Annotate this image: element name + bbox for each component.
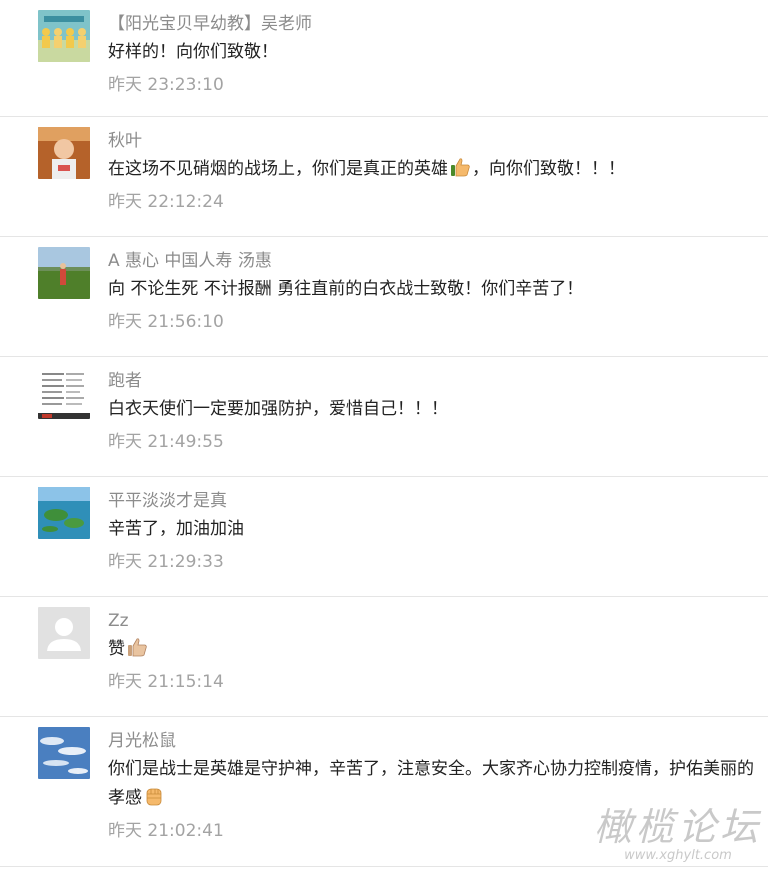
comment-item: 秋叶 在这场不见硝烟的战场上，你们是真正的英雄 ，向你们致敬！！！ 昨天 22:1… xyxy=(0,117,768,237)
group-photo-avatar[interactable] xyxy=(38,10,90,62)
sky-photo-avatar[interactable] xyxy=(38,727,90,779)
comment-author[interactable]: 月光松鼠 xyxy=(108,729,756,753)
comment-author[interactable]: A 惠心 中国人寿 汤惠 xyxy=(108,249,756,273)
document-avatar[interactable] xyxy=(38,367,90,419)
comment-author[interactable]: Zz xyxy=(108,609,756,633)
comment-list: 【阳光宝贝早幼教】吴老师 好样的！向你们致敬！ 昨天 23:23:10 秋叶 在… xyxy=(0,0,768,867)
fist-icon xyxy=(143,785,165,807)
watermark-url: www.xghylt.com xyxy=(624,848,732,863)
comment-item: 【阳光宝贝早幼教】吴老师 好样的！向你们致敬！ 昨天 23:23:10 xyxy=(0,0,768,117)
comment-text: 赞 xyxy=(108,635,756,664)
comment-time: 昨天 21:15:14 xyxy=(108,672,224,692)
comment-time: 昨天 21:49:55 xyxy=(108,432,224,452)
comment-item: A 惠心 中国人寿 汤惠 向 不论生死 不计报酬 勇往直前的白衣战士致敬！你们辛… xyxy=(0,237,768,357)
comment-text: 辛苦了，加油加油 xyxy=(108,519,244,539)
comment-author[interactable]: 秋叶 xyxy=(108,129,756,153)
comment-text: 白衣天使们一定要加强防护，爱惜自己！！！ xyxy=(108,399,448,419)
default-user-avatar[interactable] xyxy=(38,607,90,659)
comment-time: 昨天 21:56:10 xyxy=(108,312,224,332)
comment-item: 平平淡淡才是真 辛苦了，加油加油 昨天 21:29:33 xyxy=(0,477,768,597)
thumbs-up-icon xyxy=(126,636,148,658)
comment-time: 昨天 23:23:10 xyxy=(108,75,224,95)
thumbs-up-icon xyxy=(449,156,471,178)
comment-author[interactable]: 【阳光宝贝早幼教】吴老师 xyxy=(108,12,756,36)
comment-author[interactable]: 跑者 xyxy=(108,369,756,393)
comment-item: Zz 赞 昨天 21:15:14 xyxy=(0,597,768,717)
watermark-logo-text: 橄榄论坛 xyxy=(593,805,762,849)
island-photo-avatar[interactable] xyxy=(38,487,90,539)
comment-text: 好样的！向你们致敬！ xyxy=(108,42,278,62)
field-photo-avatar[interactable] xyxy=(38,247,90,299)
comment-time: 昨天 22:12:24 xyxy=(108,192,224,212)
child-photo-avatar[interactable] xyxy=(38,127,90,179)
comment-author[interactable]: 平平淡淡才是真 xyxy=(108,489,756,513)
comment-text: 在这场不见硝烟的战场上，你们是真正的英雄 ，向你们致敬！！！ xyxy=(108,155,756,184)
comment-text: 向 不论生死 不计报酬 勇往直前的白衣战士致敬！你们辛苦了！ xyxy=(108,279,584,299)
site-watermark: 橄榄论坛 www.xghylt.com xyxy=(594,806,762,863)
comment-time: 昨天 21:29:33 xyxy=(108,552,224,572)
comment-item: 跑者 白衣天使们一定要加强防护，爱惜自己！！！ 昨天 21:49:55 xyxy=(0,357,768,477)
